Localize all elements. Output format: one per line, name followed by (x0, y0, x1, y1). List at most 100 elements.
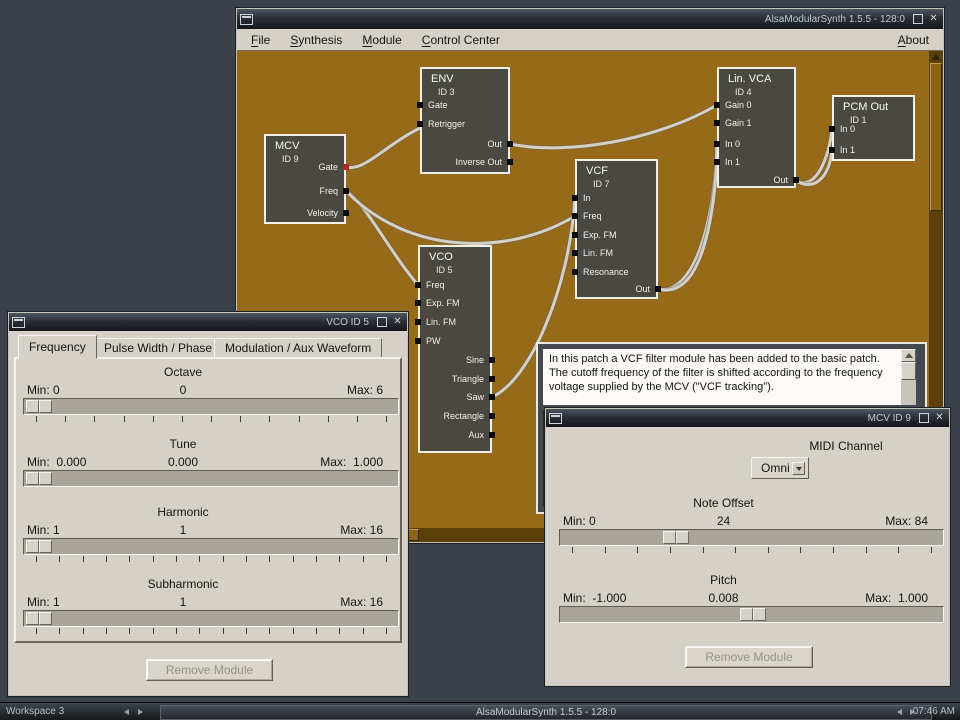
module-env[interactable]: ENVID 3GateRetriggerOutInverse Out (420, 67, 510, 174)
port-lin-vca-in-1[interactable]: In 1 (719, 156, 794, 168)
subharmonic-label: Subharmonic (23, 577, 343, 591)
menu-module[interactable]: Module (352, 33, 411, 47)
module-pcm-out[interactable]: PCM OutID 1In 0In 1 (832, 95, 915, 161)
module-vcf[interactable]: VCFID 7InFreqExp. FMLin. FMResonanceOut (575, 159, 658, 299)
arrow-up-icon (905, 353, 913, 358)
port-jack-icon (572, 269, 578, 275)
remove-module-button[interactable]: Remove Module (685, 646, 813, 668)
max-label: Max: 1.000 (865, 591, 928, 605)
module-vco[interactable]: VCOID 5FreqExp. FMLin. FMPWSineTriangleS… (418, 245, 492, 453)
port-vco-freq[interactable]: Freq (420, 279, 490, 291)
tab-pulse-width-phase[interactable]: Pulse Width / Phase (93, 338, 223, 358)
port-jack-icon (415, 319, 421, 325)
arrow-up-icon[interactable] (932, 53, 940, 60)
subharmonic-slider[interactable] (23, 610, 399, 627)
close-button[interactable]: ✕ (927, 14, 940, 25)
port-vcf-resonance[interactable]: Resonance (577, 266, 656, 278)
slider-ticks (23, 416, 399, 423)
port-vco-exp-fm[interactable]: Exp. FM (420, 297, 490, 309)
port-jack-icon (572, 250, 578, 256)
window-menu-button[interactable] (12, 317, 25, 328)
port-label: Out (773, 174, 788, 186)
maximize-button[interactable] (911, 14, 924, 25)
vertical-scroll-thumb[interactable] (930, 63, 942, 211)
midi-channel-combobox[interactable]: Omni (751, 457, 809, 479)
scroll-up-button[interactable] (901, 349, 916, 362)
value-label: 0 (23, 383, 343, 397)
port-lin-vca-in-0[interactable]: In 0 (719, 138, 794, 150)
close-button[interactable]: ✕ (391, 317, 404, 328)
pitch-slider[interactable] (559, 606, 944, 623)
port-jack-icon (714, 120, 720, 126)
tune-slider-handle[interactable] (26, 472, 52, 485)
port-label: PW (426, 335, 441, 347)
port-vco-pw[interactable]: PW (420, 335, 490, 347)
module-mcv[interactable]: MCVID 9GateFreqVelocity (264, 134, 346, 224)
note-offset-label: Note Offset (559, 496, 888, 510)
port-lin-vca-gain-1[interactable]: Gain 1 (719, 117, 794, 129)
vco-titlebar: VCO ID 5 ✕ (9, 313, 407, 331)
scroll-thumb[interactable] (901, 362, 916, 380)
note-offset-slider[interactable] (559, 529, 944, 546)
tab-frequency[interactable]: Frequency (18, 335, 97, 359)
workspace-next-icon[interactable] (138, 709, 143, 715)
port-vco-rectangle[interactable]: Rectangle (420, 410, 490, 422)
port-vco-triangle[interactable]: Triangle (420, 373, 490, 385)
taskbar-window-button[interactable]: AlsaModularSynth 1.5.5 - 128:0 (160, 705, 932, 720)
tune-slider[interactable] (23, 470, 399, 487)
tab-modulation-aux-waveform[interactable]: Modulation / Aux Waveform (214, 338, 382, 358)
port-vco-saw[interactable]: Saw (420, 391, 490, 403)
octave-slider-handle[interactable] (26, 400, 52, 413)
port-label: Lin. FM (426, 316, 456, 328)
port-label: Exp. FM (583, 229, 617, 241)
port-jack-icon (829, 126, 835, 132)
port-vco-sine[interactable]: Sine (420, 354, 490, 366)
menu-bar: FileSynthesisModuleControl Center About (237, 29, 943, 51)
port-pcm-out-in-1[interactable]: In 1 (834, 144, 913, 156)
pitch-slider-handle[interactable] (740, 608, 766, 621)
port-mcv-gate[interactable]: Gate (266, 161, 344, 173)
close-button[interactable]: ✕ (933, 413, 946, 424)
module-lin-vca[interactable]: Lin. VCAID 4Gain 0Gain 1In 0In 1Out (717, 67, 796, 188)
workspace-prev-icon[interactable] (124, 709, 129, 715)
port-vcf-lin-fm[interactable]: Lin. FM (577, 247, 656, 259)
remove-module-button[interactable]: Remove Module (146, 659, 273, 681)
menu-file[interactable]: File (241, 33, 280, 47)
harmonic-slider-handle[interactable] (26, 540, 52, 553)
port-label: Lin. FM (583, 247, 613, 259)
port-pcm-out-in-0[interactable]: In 0 (834, 123, 913, 135)
subharmonic-slider-handle[interactable] (26, 612, 52, 625)
task-prev-icon[interactable] (897, 709, 902, 715)
maximize-button[interactable] (375, 317, 388, 328)
port-env-inverse-out[interactable]: Inverse Out (422, 156, 508, 168)
port-jack-icon (655, 286, 661, 292)
menu-about[interactable]: About (888, 33, 939, 47)
note-scrollbar[interactable] (901, 349, 916, 405)
note-offset-slider-handle[interactable] (663, 531, 689, 544)
port-env-gate[interactable]: Gate (422, 99, 508, 111)
menu-control-center[interactable]: Control Center (412, 33, 510, 47)
window-menu-button[interactable] (240, 14, 253, 25)
port-mcv-velocity[interactable]: Velocity (266, 207, 344, 219)
harmonic-slider[interactable] (23, 538, 399, 555)
port-vco-lin-fm[interactable]: Lin. FM (420, 316, 490, 328)
port-mcv-freq[interactable]: Freq (266, 185, 344, 197)
port-lin-vca-out[interactable]: Out (719, 174, 794, 186)
tune-section: TuneMin: 0.0000.000Max: 1.000 (23, 437, 399, 497)
port-label: Rectangle (443, 410, 484, 422)
port-vcf-exp-fm[interactable]: Exp. FM (577, 229, 656, 241)
port-env-out[interactable]: Out (422, 138, 508, 150)
port-env-retrigger[interactable]: Retrigger (422, 118, 508, 130)
menu-synthesis[interactable]: Synthesis (280, 33, 352, 47)
port-vcf-out[interactable]: Out (577, 283, 656, 295)
port-vco-aux[interactable]: Aux (420, 429, 490, 441)
maximize-button[interactable] (917, 413, 930, 424)
port-label: Freq (426, 279, 445, 291)
octave-slider[interactable] (23, 398, 399, 415)
port-label: Freq (583, 210, 602, 222)
port-label: Gate (428, 99, 448, 111)
window-menu-button[interactable] (549, 413, 562, 424)
port-lin-vca-gain-0[interactable]: Gain 0 (719, 99, 794, 111)
port-vcf-freq[interactable]: Freq (577, 210, 656, 222)
port-vcf-in[interactable]: In (577, 192, 656, 204)
